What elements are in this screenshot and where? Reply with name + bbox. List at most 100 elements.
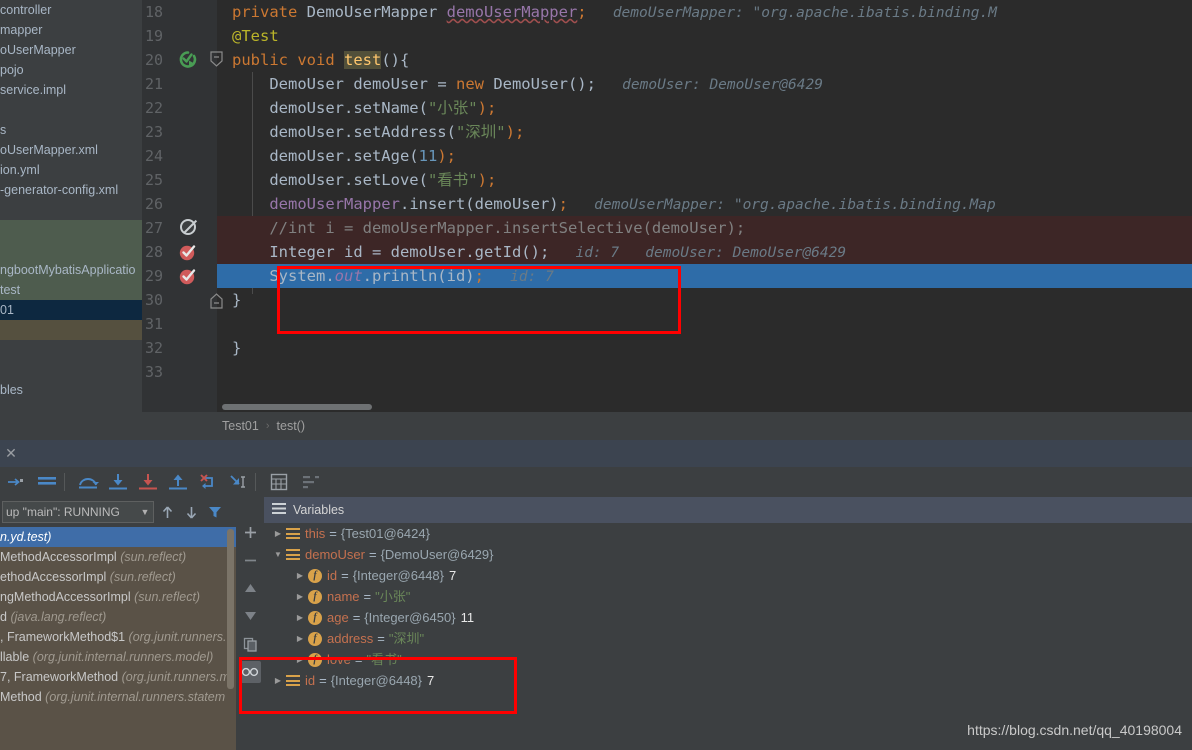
frame-list-item[interactable]: ethodAccessorImpl (sun.reflect) bbox=[0, 567, 236, 587]
frames-panel[interactable]: up "main": RUNNING ▼ n.yd.test) MethodAcc… bbox=[0, 497, 236, 750]
move-watch-up-button[interactable] bbox=[239, 577, 261, 599]
breakpoint-disabled-icon[interactable] bbox=[180, 219, 196, 235]
inspect-button[interactable] bbox=[239, 661, 261, 683]
code-line[interactable]: @Test bbox=[217, 24, 1192, 48]
frame-list-item[interactable]: n.yd.test) bbox=[0, 527, 236, 547]
code-line[interactable]: demoUser.setAddress("深圳"); bbox=[217, 120, 1192, 144]
editor-gutter[interactable]: 18 19 20 21 22 23 24 25 26 27 28 29 30 31 32 33 bbox=[142, 0, 223, 412]
frame-list-item[interactable]: llable (org.junit.internal.runners.model… bbox=[0, 647, 236, 667]
variable-row[interactable]: ▼ demoUser = {DemoUser@6429} bbox=[264, 544, 1192, 565]
frame-list-item[interactable]: ngMethodAccessorImpl (sun.reflect) bbox=[0, 587, 236, 607]
force-step-into-icon[interactable] bbox=[135, 469, 161, 495]
project-tree-item[interactable]: oUserMapper bbox=[0, 40, 142, 60]
step-over-icon[interactable] bbox=[75, 469, 101, 495]
project-tree-item[interactable]: ngbootMybatisApplicatio bbox=[0, 260, 142, 280]
chevron-right-icon[interactable]: ▶ bbox=[292, 628, 308, 649]
code-line[interactable]: public void test(){ bbox=[217, 48, 1192, 72]
project-tree-item[interactable] bbox=[0, 360, 142, 380]
move-watch-down-button[interactable] bbox=[239, 605, 261, 627]
project-tree-panel[interactable]: controller mapper oUserMapper pojo service.i… bbox=[0, 0, 142, 435]
code-line[interactable]: demoUser.setName("小张"); bbox=[217, 96, 1192, 120]
project-tree-item[interactable] bbox=[0, 100, 142, 120]
frame-down-button[interactable] bbox=[180, 501, 202, 523]
breakpoint-verified-icon[interactable] bbox=[178, 266, 198, 286]
project-tree-item[interactable]: test bbox=[0, 280, 142, 300]
project-tree-item[interactable]: service.impl bbox=[0, 80, 142, 100]
run-to-cursor-icon[interactable] bbox=[225, 469, 251, 495]
code-line[interactable]: demoUser.setLove("看书"); bbox=[217, 168, 1192, 192]
code-line[interactable]: Integer id = demoUser.getId(); id: 7 dem… bbox=[217, 240, 1192, 264]
show-execution-point-icon[interactable] bbox=[2, 469, 28, 495]
variable-row[interactable]: ▶ id = {Integer@6448} 7 bbox=[264, 670, 1192, 691]
chevron-right-icon[interactable]: ▶ bbox=[270, 670, 286, 691]
code-line[interactable]: //int i = demoUserMapper.insertSelective… bbox=[217, 216, 1192, 240]
project-tree-item[interactable]: oUserMapper.xml bbox=[0, 140, 142, 160]
frame-up-button[interactable] bbox=[156, 501, 178, 523]
variables-tree[interactable]: ▶ this = {Test01@6424} ▼ demoUser = {DemoUser@6… bbox=[264, 523, 1192, 750]
code-editor[interactable]: 18 19 20 21 22 23 24 25 26 27 28 29 30 31 32 33 private… bbox=[142, 0, 1192, 412]
code-line[interactable]: DemoUser demoUser = new DemoUser(); demo… bbox=[217, 72, 1192, 96]
code-line[interactable]: } bbox=[217, 288, 1192, 312]
project-tree-item[interactable]: s bbox=[0, 120, 142, 140]
project-tree-item[interactable]: controller bbox=[0, 0, 142, 20]
code-line[interactable] bbox=[217, 360, 1192, 384]
breadcrumb-class[interactable]: Test01 bbox=[222, 419, 259, 433]
variables-panel[interactable]: Variables ▶ this = {Test01@6424} ▼ demoUser ={… bbox=[236, 497, 1192, 750]
code-line[interactable] bbox=[217, 312, 1192, 336]
frame-list-item[interactable]: , FrameworkMethod$1 (org.junit.runners. bbox=[0, 627, 236, 647]
code-line[interactable]: private DemoUserMapper demoUserMapper; d… bbox=[217, 0, 1192, 24]
drop-frame-icon[interactable] bbox=[195, 469, 221, 495]
layout-settings-icon[interactable] bbox=[298, 469, 324, 495]
project-tree-item[interactable]: mapper bbox=[0, 20, 142, 40]
variable-row[interactable]: ▶ f name = "小张" bbox=[264, 586, 1192, 607]
code-line[interactable]: } bbox=[217, 336, 1192, 360]
project-tree-item[interactable] bbox=[0, 320, 142, 340]
evaluate-lines-icon[interactable] bbox=[34, 469, 60, 495]
frame-list-item[interactable] bbox=[0, 707, 236, 727]
frame-list-item[interactable]: Method (org.junit.internal.runners.state… bbox=[0, 687, 236, 707]
variable-row[interactable]: ▶ f love = "看书" bbox=[264, 649, 1192, 670]
add-watch-button[interactable] bbox=[239, 521, 261, 543]
code-line[interactable]: System.out.println(id); id: 7 bbox=[217, 264, 1192, 288]
breakpoint-verified-icon[interactable] bbox=[178, 242, 198, 262]
remove-watch-button[interactable] bbox=[239, 549, 261, 571]
project-tree-item[interactable]: pojo bbox=[0, 60, 142, 80]
filter-frames-button[interactable] bbox=[204, 501, 226, 523]
breadcrumb-method[interactable]: test() bbox=[277, 419, 305, 433]
chevron-right-icon[interactable]: ▶ bbox=[292, 649, 308, 670]
run-test-icon[interactable] bbox=[178, 50, 198, 70]
chevron-right-icon[interactable]: ▶ bbox=[270, 523, 286, 544]
project-tree-item[interactable]: ion.yml bbox=[0, 160, 142, 180]
thread-selector-dropdown[interactable]: up "main": RUNNING ▼ bbox=[2, 501, 154, 523]
chevron-right-icon[interactable]: ▶ bbox=[292, 607, 308, 628]
project-tree-item[interactable] bbox=[0, 200, 142, 220]
project-tree-item[interactable] bbox=[0, 220, 142, 240]
project-tree-item[interactable] bbox=[0, 240, 142, 260]
variable-row[interactable]: ▶ f age = {Integer@6450} 11 bbox=[264, 607, 1192, 628]
variable-row[interactable]: ▶ f id = {Integer@6448} 7 bbox=[264, 565, 1192, 586]
frame-list-item[interactable]: 7, FrameworkMethod (org.junit.runners.m bbox=[0, 667, 236, 687]
close-icon[interactable]: ✕ bbox=[4, 446, 18, 460]
chevron-right-icon[interactable]: ▶ bbox=[292, 565, 308, 586]
project-tree-item[interactable]: bles bbox=[0, 380, 142, 400]
step-into-icon[interactable] bbox=[105, 469, 131, 495]
step-out-icon[interactable] bbox=[165, 469, 191, 495]
code-line[interactable]: demoUser.setAge(11); bbox=[217, 144, 1192, 168]
code-line[interactable]: demoUserMapper.insert(demoUser); demoUse… bbox=[217, 192, 1192, 216]
evaluate-expression-icon[interactable] bbox=[266, 469, 292, 495]
variable-row[interactable]: ▶ f address = "深圳" bbox=[264, 628, 1192, 649]
frame-list-item[interactable]: MethodAccessorImpl (sun.reflect) bbox=[0, 547, 236, 567]
code-content[interactable]: private DemoUserMapper demoUserMapper; d… bbox=[217, 0, 1192, 412]
project-tree-item[interactable]: -generator-config.xml bbox=[0, 180, 142, 200]
editor-horizontal-scrollbar[interactable] bbox=[222, 404, 372, 410]
copy-value-button[interactable] bbox=[239, 633, 261, 655]
project-tree-item[interactable] bbox=[0, 340, 142, 360]
variables-side-toolbar[interactable] bbox=[236, 513, 264, 750]
chevron-right-icon[interactable]: ▶ bbox=[292, 586, 308, 607]
frames-list[interactable]: n.yd.test) MethodAccessorImpl (sun.reflec… bbox=[0, 527, 236, 750]
project-tree-item[interactable]: 01 bbox=[0, 300, 142, 320]
frame-list-item[interactable]: d (java.lang.reflect) bbox=[0, 607, 236, 627]
debugger-toolbar[interactable] bbox=[0, 467, 1192, 497]
variable-row[interactable]: ▶ this = {Test01@6424} bbox=[264, 523, 1192, 544]
frames-scrollbar[interactable] bbox=[227, 529, 234, 689]
